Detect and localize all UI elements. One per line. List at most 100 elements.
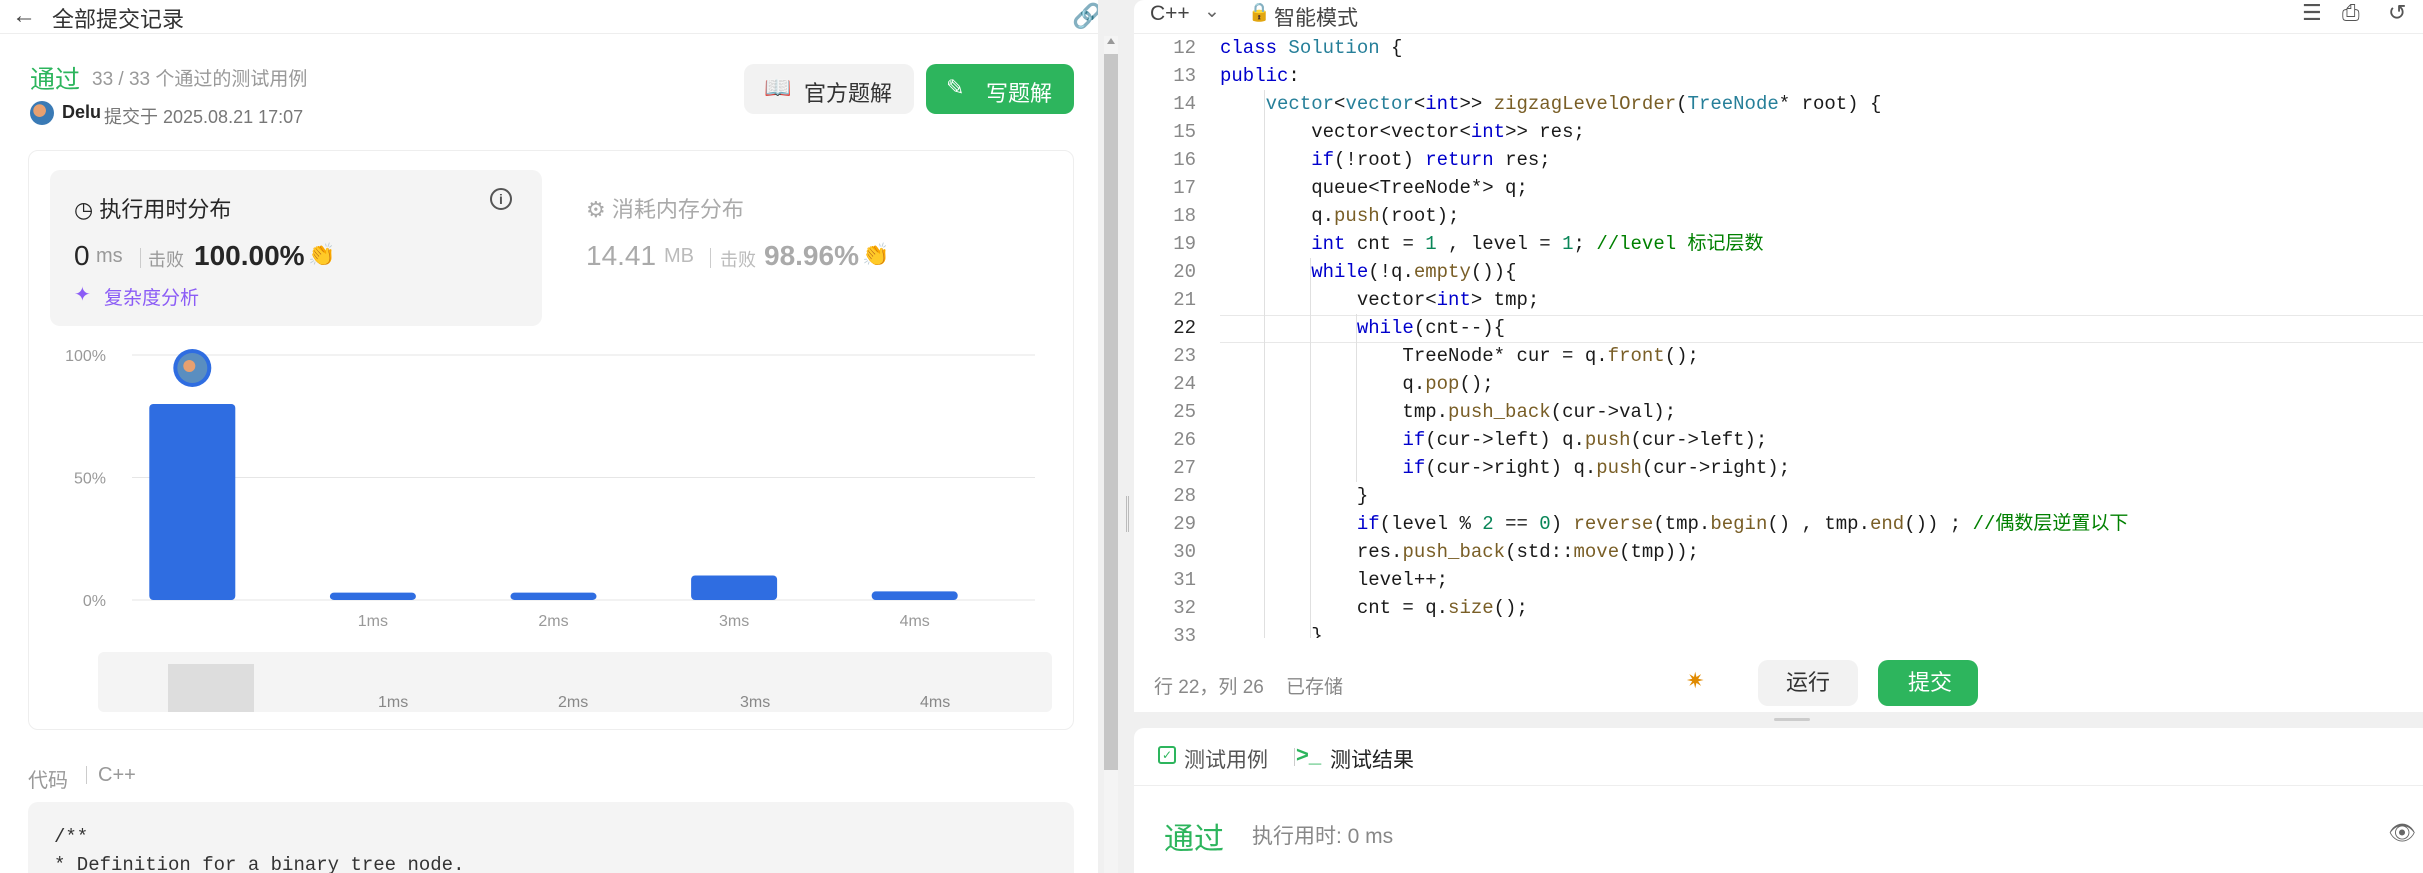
code-line: if(!root) return res;	[1311, 149, 1551, 171]
assistant-icon[interactable]: ✷	[1686, 668, 1704, 694]
vertical-resize-handle[interactable]	[1774, 718, 1810, 721]
x-tick-label: 3ms	[719, 613, 749, 630]
submission-status: 通过	[30, 66, 81, 94]
x-tick-label: 1ms	[358, 613, 388, 630]
chart-bar	[691, 575, 778, 600]
checkbox-icon: ✓	[1158, 746, 1176, 764]
runtime-distribution-chart[interactable]: 100% 50% 0% 1ms 2ms 3ms 4ms	[50, 340, 1060, 640]
all-submissions-title[interactable]: 全部提交记录	[52, 2, 184, 34]
official-solution-button[interactable]: 📖 官方题解	[744, 64, 914, 114]
line-number: 23	[1173, 345, 1196, 367]
language-select[interactable]: C++	[1150, 2, 1190, 26]
memory-title[interactable]: ⚙ 消耗内存分布	[586, 192, 744, 224]
smart-mode-label[interactable]: 智能模式	[1274, 2, 1358, 32]
line-number: 13	[1173, 65, 1196, 87]
code-separator	[86, 766, 87, 784]
chart-bar	[149, 404, 236, 600]
scrollbar-thumb[interactable]	[1104, 54, 1118, 770]
chart-bar	[510, 592, 597, 600]
code-line: vector<int> tmp;	[1220, 289, 1540, 311]
code-line: int cnt = 1 , level = 1; //level 标记层数	[1311, 233, 1764, 255]
code-language: C++	[98, 764, 136, 786]
y-tick-label: 100%	[65, 348, 106, 365]
tab-test-result[interactable]: 测试结果	[1330, 744, 1414, 774]
code-line: TreeNode* cur = q.front();	[1220, 345, 1699, 367]
back-arrow-icon[interactable]: ←	[12, 2, 36, 30]
eye-icon[interactable]: 👁	[2388, 820, 2416, 846]
saved-status: 已存储	[1286, 677, 1344, 698]
runtime-beat-value: 100.00%	[194, 240, 305, 271]
complexity-analysis-link[interactable]: 复杂度分析	[104, 283, 199, 310]
link-icon[interactable]: 🔗	[1072, 2, 1098, 31]
line-number: 15	[1173, 121, 1196, 143]
runtime-value: 0	[74, 240, 90, 271]
code-line: queue<TreeNode*> q;	[1220, 177, 1528, 199]
minimap-label: 1ms	[378, 694, 409, 711]
line-number: 30	[1173, 541, 1196, 563]
code-line: class Solution {	[1220, 37, 1403, 59]
sparkle-icon: ✦	[74, 284, 91, 306]
minimap-selection[interactable]	[168, 664, 254, 712]
chevron-down-icon[interactable]: ⌄	[1204, 0, 1220, 23]
official-solution-label: 官方题解	[804, 81, 893, 106]
line-number: 16	[1173, 149, 1196, 171]
code-line: * Definition for a binary tree node.	[54, 854, 465, 873]
runtime-separator	[140, 248, 141, 268]
minimap-label: 3ms	[740, 694, 771, 711]
bookmark-icon[interactable]: ⎙	[2342, 0, 2360, 26]
memory-unit: MB	[664, 245, 694, 267]
scroll-up-arrow-icon[interactable]	[1107, 38, 1115, 44]
edit-icon: ✎	[946, 75, 965, 100]
write-solution-label: 写题解	[986, 81, 1053, 106]
info-icon[interactable]: i	[490, 188, 512, 210]
code-line: if(level % 2 == 0) reverse(tmp.begin() ,…	[1356, 513, 2129, 535]
code-line: public:	[1220, 65, 1300, 87]
code-line: cnt = q.size();	[1220, 597, 1528, 619]
reset-icon[interactable]: ↺	[2388, 0, 2406, 26]
chart-range-minimap[interactable]: 1ms 2ms 3ms 4ms	[98, 652, 1052, 712]
line-number: 32	[1173, 597, 1196, 619]
submit-button[interactable]: 提交	[1878, 660, 1978, 706]
format-icon[interactable]: ☰	[2302, 0, 2322, 26]
line-number: 21	[1173, 289, 1196, 311]
tab-test-cases[interactable]: 测试用例	[1184, 744, 1268, 774]
username[interactable]: Delu	[62, 102, 101, 123]
code-text-area[interactable]: class Solution { public: vector<vector<i…	[1220, 34, 2423, 638]
result-tabs: ✓ 测试用例 >_ 测试结果	[1134, 728, 2423, 786]
test-cases-passed: 33 / 33 个通过的测试用例	[92, 69, 308, 90]
lock-icon: 🔒	[1248, 2, 1271, 22]
resize-handle[interactable]	[1126, 496, 1129, 532]
code-line: }	[1220, 625, 1323, 638]
avatar[interactable]	[30, 101, 54, 125]
y-tick-label: 50%	[74, 471, 106, 488]
code-line: if(cur->left) q.push(cur->left);	[1402, 429, 1768, 451]
minimap-label: 4ms	[920, 694, 951, 711]
terminal-icon: >_	[1296, 742, 1322, 767]
code-line: level++;	[1220, 569, 1449, 591]
line-number: 25	[1173, 401, 1196, 423]
clap-icon: 👏	[308, 242, 336, 267]
code-line: }	[1220, 485, 1369, 507]
submitted-time: 提交于 2025.08.21 17:07	[104, 107, 304, 127]
code-line: /**	[54, 826, 89, 848]
runtime-title: ◷ 执行用时分布	[74, 192, 231, 224]
run-button[interactable]: 运行	[1758, 660, 1858, 706]
write-solution-button[interactable]: ✎ 写题解	[926, 64, 1074, 114]
result-runtime: 执行用时: 0 ms	[1252, 825, 1394, 848]
book-icon: 📖	[764, 75, 792, 100]
runtime-beat-label: 击败	[148, 250, 184, 270]
x-tick-label: 4ms	[900, 613, 930, 630]
clap-icon-muted: 👏	[862, 242, 890, 267]
line-number: 26	[1173, 429, 1196, 451]
line-number: 17	[1173, 177, 1196, 199]
line-number: 18	[1173, 205, 1196, 227]
line-number: 33	[1173, 625, 1196, 647]
chart-bar	[329, 592, 416, 600]
chart-bar	[871, 591, 958, 600]
code-line: q.pop();	[1220, 373, 1494, 395]
minimap-label: 2ms	[558, 694, 589, 711]
code-line: while(cnt--){	[1356, 317, 1506, 339]
code-line: vector<vector<int>> zigzagLevelOrder(Tre…	[1265, 93, 1882, 115]
scrollbar[interactable]	[1104, 36, 1118, 873]
memory-title-text: 消耗内存分布	[611, 197, 744, 222]
